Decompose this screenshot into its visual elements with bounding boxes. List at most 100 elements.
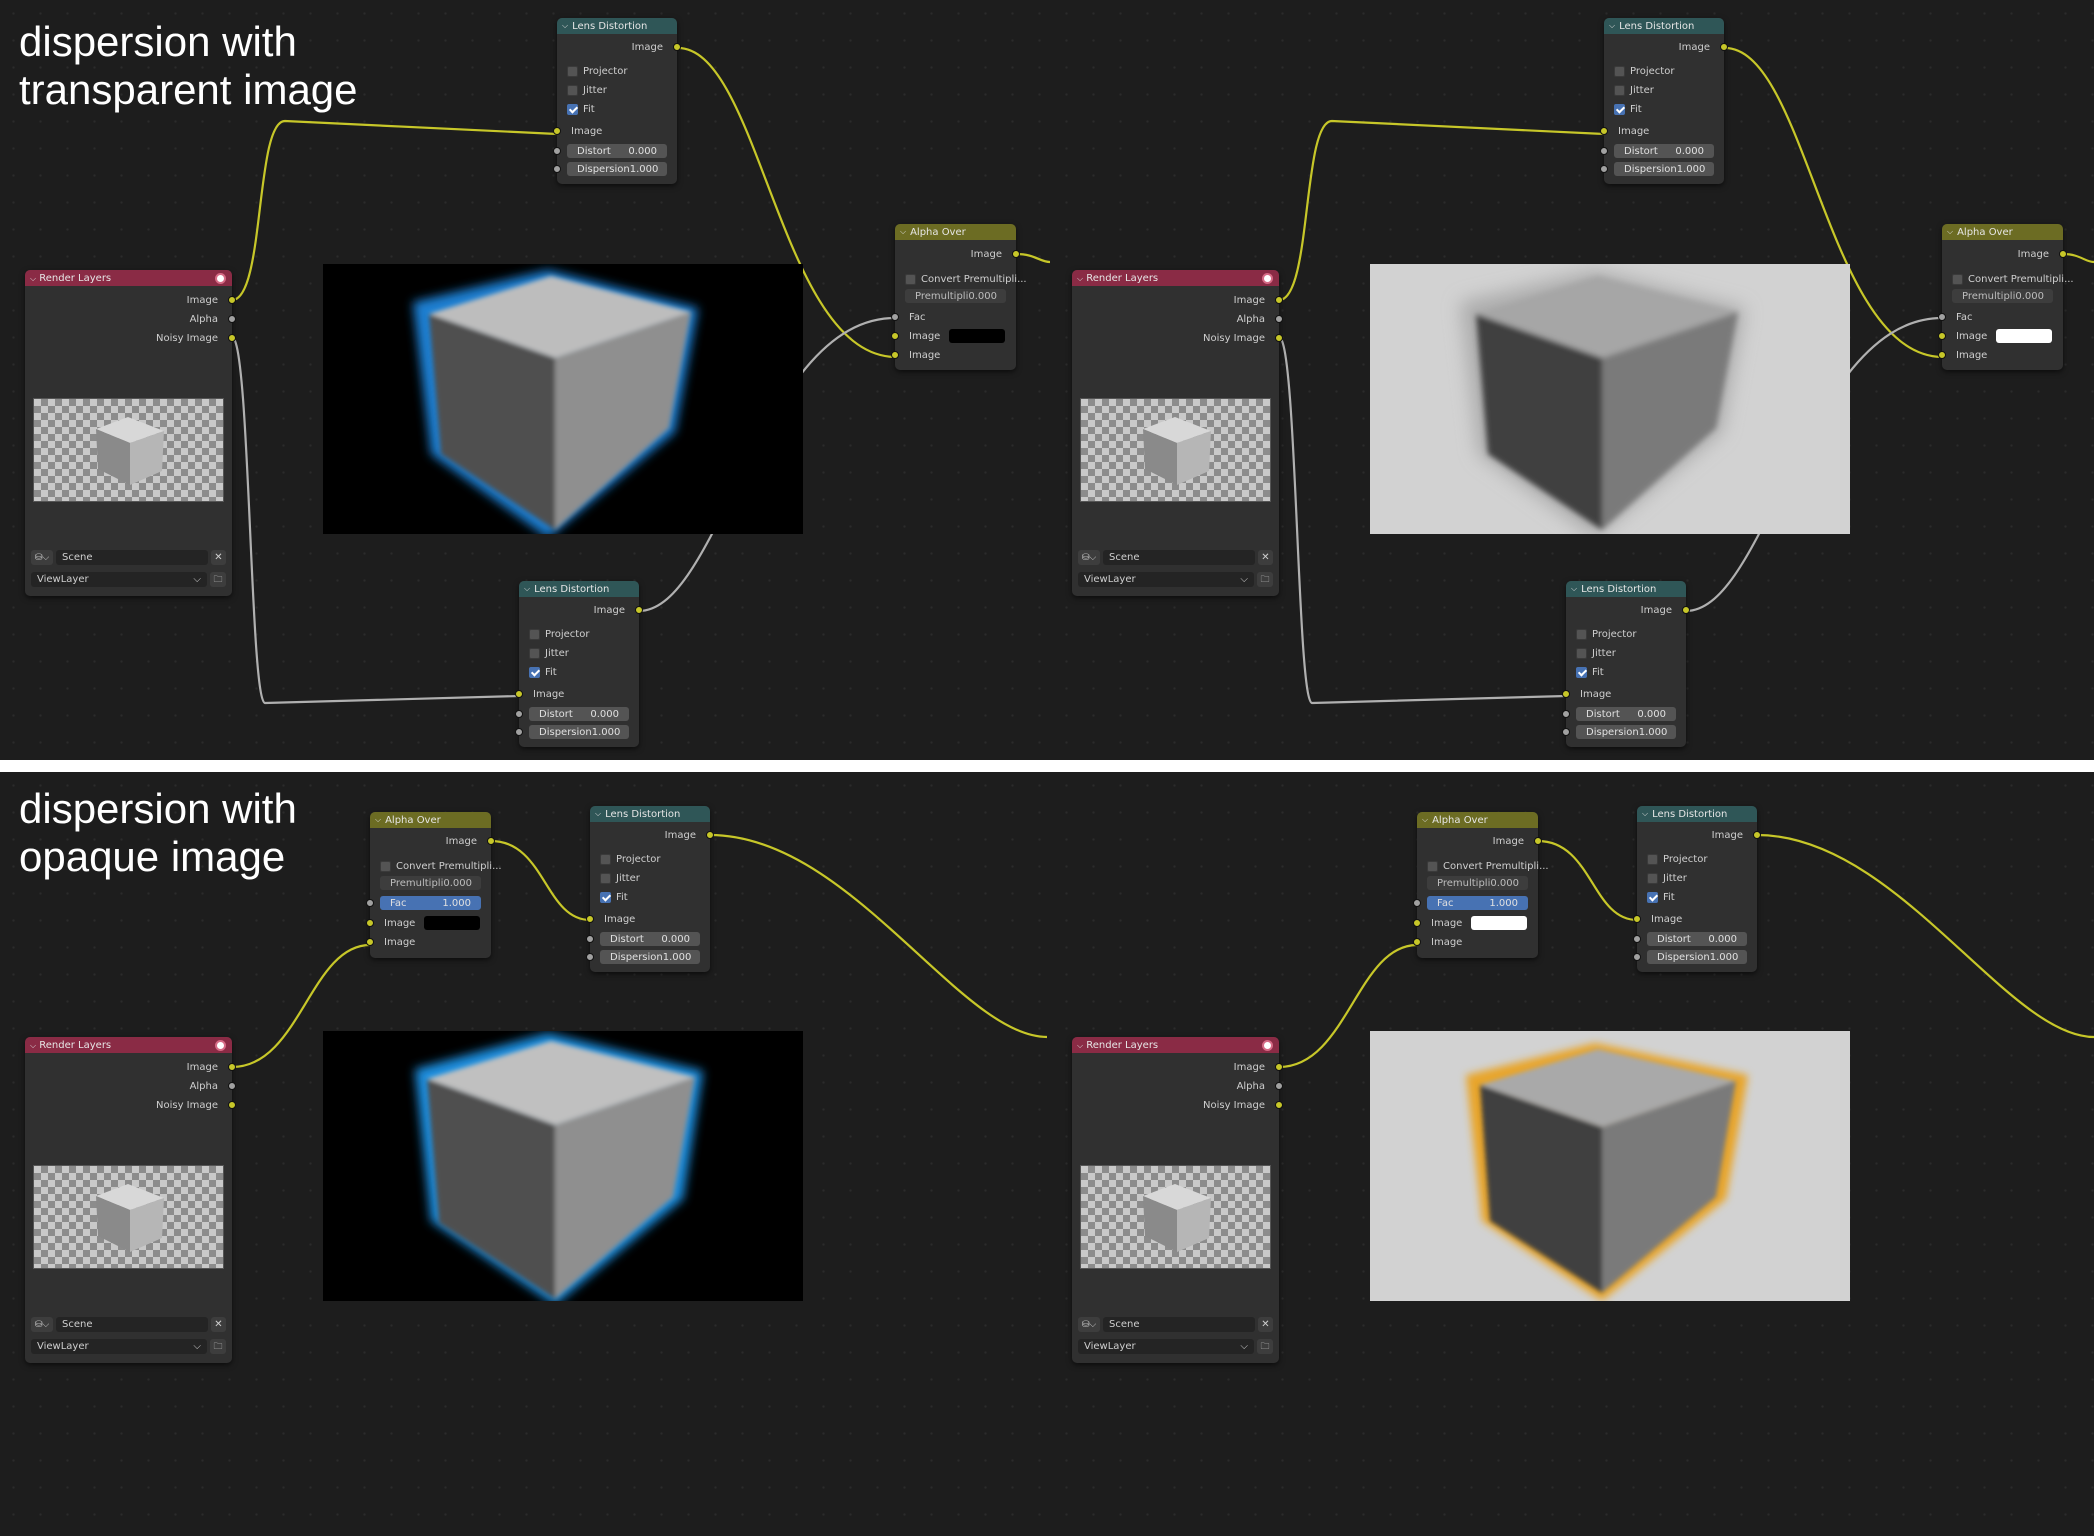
checkbox[interactable] [1647,872,1658,884]
checkbox[interactable] [600,891,611,903]
premultiplied-field[interactable]: Premultipli 0.000 [380,876,481,890]
out-alpha-socket[interactable] [228,315,236,323]
convert-premultiplied-checkbox[interactable]: Convert Premultipli... [380,859,502,873]
projector-checkbox[interactable]: Projector [1576,627,1636,641]
convert-premultiplied-checkbox[interactable]: Convert Premultipli... [905,272,1027,286]
jitter-checkbox[interactable]: Jitter [1647,871,1687,885]
dispersion-socket[interactable] [586,953,594,961]
checkbox[interactable] [567,103,578,115]
projector-checkbox[interactable]: Projector [529,627,589,641]
projector-checkbox[interactable]: Projector [1614,64,1674,78]
output-socket[interactable] [1682,606,1690,614]
fit-checkbox[interactable]: Fit [529,665,557,679]
checkbox[interactable] [1427,860,1438,872]
chevron-down-icon[interactable]: ⌵ [900,227,906,237]
render-layers-node[interactable]: ⌵ Render Layers Image Alpha Noisy Image … [1072,1037,1283,1363]
fit-checkbox[interactable]: Fit [1647,890,1675,904]
output-socket[interactable] [706,831,714,839]
checkbox[interactable] [1647,891,1658,903]
view-layer-selector[interactable]: ViewLayer ⌵ 🗀 [31,572,226,587]
view-layer-field[interactable]: ViewLayer ⌵ [1078,1339,1254,1354]
alpha-over-node[interactable]: ⌵ Alpha Over Image Convert Premultipli...… [1413,812,1549,958]
output-socket[interactable] [635,606,643,614]
node-header[interactable]: ⌵ Lens Distortion [590,806,710,822]
node-header[interactable]: ⌵ Lens Distortion [1604,18,1724,34]
projector-checkbox[interactable]: Projector [567,64,627,78]
out-image-socket[interactable] [228,1063,236,1071]
checkbox[interactable] [600,872,611,884]
out-alpha-socket[interactable] [1275,1082,1283,1090]
folder-icon[interactable]: 🗀 [1257,572,1273,587]
render-layers-node[interactable]: ⌵ Render Layers Image Alpha Noisy Image … [25,1037,236,1363]
view-layer-field[interactable]: ViewLayer ⌵ [31,1339,207,1354]
premultiplied-field[interactable]: Premultipli 0.000 [1952,289,2053,303]
dispersion-socket[interactable] [553,165,561,173]
image-socket-1[interactable] [366,919,374,927]
checkbox[interactable] [567,65,578,77]
view-layer-selector[interactable]: ViewLayer ⌵ 🗀 [1078,1339,1273,1354]
output-socket[interactable] [1534,837,1542,845]
checkbox[interactable] [529,628,540,640]
fit-checkbox[interactable]: Fit [1576,665,1604,679]
input-socket[interactable] [1600,127,1608,135]
distort-socket[interactable] [586,935,594,943]
jitter-checkbox[interactable]: Jitter [529,646,569,660]
chevron-down-icon[interactable]: ⌵ [375,815,381,825]
input-socket[interactable] [586,915,594,923]
distort-field[interactable]: Distort 0.000 [1576,707,1676,721]
scene-field[interactable]: Scene [56,550,208,565]
node-header[interactable]: ⌵ Render Layers [1072,1037,1279,1053]
checkbox[interactable] [1576,628,1587,640]
out-noisy-socket[interactable] [228,334,236,342]
dispersion-socket[interactable] [515,728,523,736]
checkbox[interactable] [1647,853,1658,865]
chevron-down-icon[interactable]: ⌵ [1422,815,1428,825]
render-icon[interactable] [215,1039,226,1051]
alpha-over-node[interactable]: ⌵ Alpha Over Image Convert Premultipli...… [1938,224,2074,370]
lens-distortion-node[interactable]: ⌵ Lens Distortion Image Projector Jitter … [586,806,714,972]
output-socket[interactable] [1753,831,1761,839]
projector-checkbox[interactable]: Projector [1647,852,1707,866]
view-layer-selector[interactable]: ViewLayer ⌵ 🗀 [1078,572,1273,587]
distort-field[interactable]: Distort 0.000 [567,144,667,158]
node-header[interactable]: ⌵ Lens Distortion [519,581,639,597]
view-layer-selector[interactable]: ViewLayer ⌵ 🗀 [31,1339,226,1354]
scene-field[interactable]: Scene [1103,1317,1255,1332]
checkbox[interactable] [1952,273,1963,285]
output-socket[interactable] [487,837,495,845]
view-layer-field[interactable]: ViewLayer ⌵ [1078,572,1254,587]
lens-distortion-node[interactable]: ⌵ Lens Distortion Image Projector Jitter … [1562,581,1690,747]
fac-socket[interactable] [1938,313,1946,321]
input-socket[interactable] [515,690,523,698]
scene-selector[interactable]: ⛁⌵ Scene ✕ [1078,1317,1273,1332]
dispersion-socket[interactable] [1562,728,1570,736]
checkbox[interactable] [380,860,391,872]
dispersion-field[interactable]: Dispersion 1.000 [1614,162,1714,176]
folder-icon[interactable]: 🗀 [210,1339,226,1354]
dispersion-field[interactable]: Dispersion 1.000 [600,950,700,964]
jitter-checkbox[interactable]: Jitter [567,83,607,97]
premultiplied-field[interactable]: Premultipli 0.000 [905,289,1006,303]
node-header[interactable]: ⌵ Render Layers [25,1037,232,1053]
dispersion-field[interactable]: Dispersion 1.000 [567,162,667,176]
chevron-down-icon[interactable]: ⌵ [30,1041,36,1050]
folder-icon[interactable]: 🗀 [1257,1339,1273,1354]
out-noisy-socket[interactable] [1275,1101,1283,1109]
color-swatch[interactable] [1996,329,2052,343]
chevron-down-icon[interactable]: ⌵ [1571,584,1577,594]
checkbox[interactable] [1614,103,1625,115]
scene-selector[interactable]: ⛁⌵ Scene ✕ [31,550,226,565]
chevron-down-icon[interactable]: ⌵ [1077,1041,1083,1050]
render-icon[interactable] [215,272,226,284]
fac-socket[interactable] [1413,899,1421,907]
node-header[interactable]: ⌵ Alpha Over [370,812,491,828]
out-alpha-socket[interactable] [228,1082,236,1090]
out-image-socket[interactable] [228,296,236,304]
folder-icon[interactable]: 🗀 [210,572,226,587]
out-image-socket[interactable] [1275,1063,1283,1071]
close-icon[interactable]: ✕ [211,1317,226,1332]
out-noisy-socket[interactable] [1275,334,1283,342]
jitter-checkbox[interactable]: Jitter [1614,83,1654,97]
output-socket[interactable] [2059,250,2067,258]
jitter-checkbox[interactable]: Jitter [600,871,640,885]
